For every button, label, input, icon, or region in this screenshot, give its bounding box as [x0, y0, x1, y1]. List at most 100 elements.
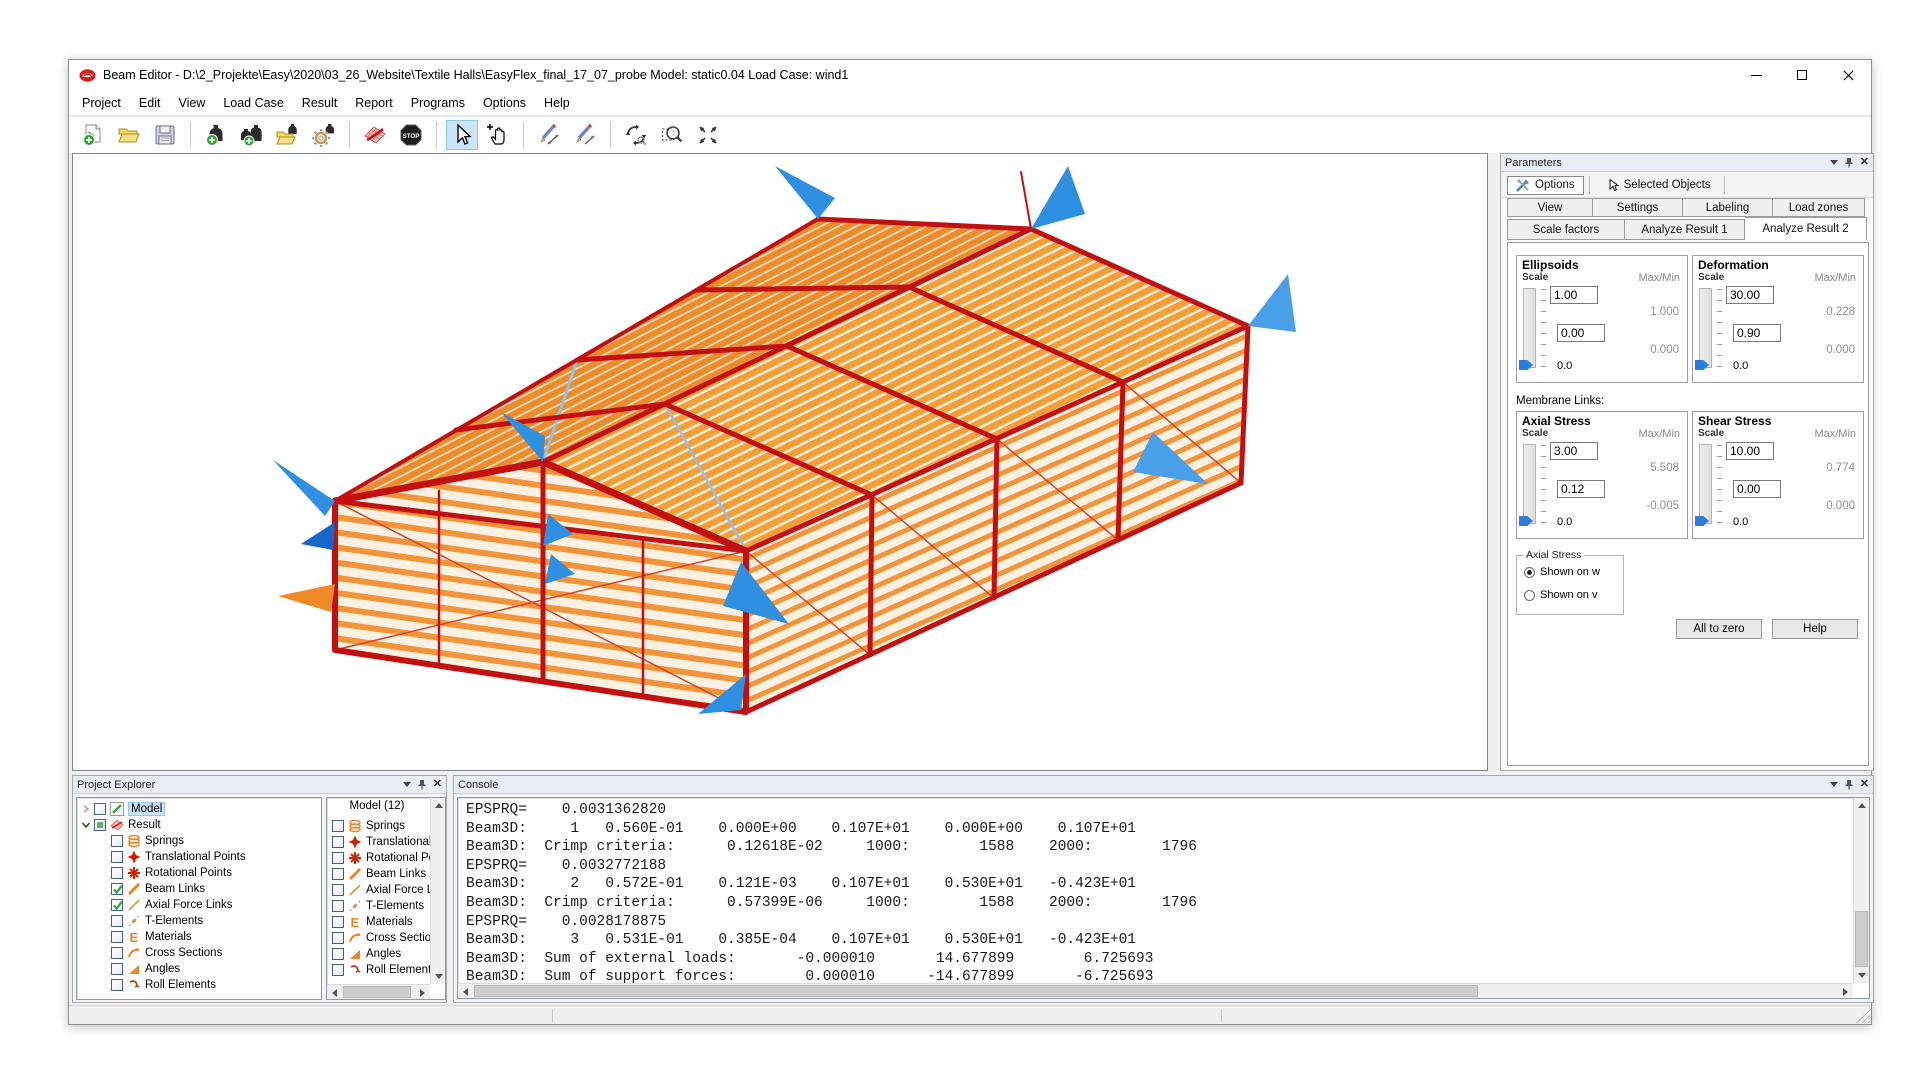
tree-item-axial-force-links[interactable]: Axial Force Links	[111, 897, 321, 913]
tab-view[interactable]: View	[1507, 198, 1593, 217]
menu-options[interactable]: Options	[474, 92, 535, 114]
radio-shown-on-v[interactable]: Shown on v	[1524, 589, 1597, 601]
all-to-zero-button[interactable]: All to zero	[1676, 619, 1762, 639]
close-button[interactable]	[1825, 60, 1871, 90]
checkbox-checked[interactable]	[111, 899, 123, 911]
tree-item-translational-points[interactable]: Translational Points	[111, 849, 321, 865]
compute-load-case-button[interactable]	[308, 120, 340, 150]
zoom-window-button[interactable]	[656, 120, 688, 150]
tree-item-roll-elements[interactable]: Roll Elements	[111, 977, 321, 993]
horizontal-scrollbar[interactable]	[458, 983, 1853, 998]
list-item-axial-force-links[interactable]: Axial Force Links	[332, 882, 446, 898]
tree-item-rotational-points[interactable]: Rotational Points	[111, 865, 321, 881]
draw-link-button[interactable]	[569, 120, 601, 150]
add-load-cases-button[interactable]	[236, 120, 268, 150]
new-project-button[interactable]	[77, 120, 109, 150]
select-tool-button[interactable]	[446, 120, 478, 150]
checkbox-partial[interactable]	[94, 819, 106, 831]
tree-item-result[interactable]: Result	[81, 817, 321, 833]
radio-shown-on-w[interactable]: Shown on w	[1524, 566, 1600, 578]
max-scale-input[interactable]	[1726, 286, 1774, 304]
checkbox-unchecked[interactable]	[111, 835, 123, 847]
stop-button[interactable]: STOP	[395, 120, 427, 150]
expand-expanded-icon[interactable]	[81, 820, 91, 830]
checkbox-unchecked[interactable]	[111, 851, 123, 863]
checkbox-unchecked[interactable]	[332, 948, 344, 960]
list-item-t-elements[interactable]: T-Elements	[332, 898, 446, 914]
selected-objects-toggle[interactable]: Selected Objects	[1601, 177, 1719, 194]
tab-analyze-result-2[interactable]: Analyze Result 2	[1745, 217, 1867, 240]
menu-result[interactable]: Result	[293, 92, 346, 114]
draw-beam-button[interactable]	[533, 120, 565, 150]
checkbox-unchecked[interactable]	[111, 867, 123, 879]
vertical-scrollbar[interactable]	[1853, 798, 1869, 983]
menu-help[interactable]: Help	[535, 92, 579, 114]
parameters-header[interactable]: Parameters ✕	[1501, 154, 1873, 172]
tree-item-beam-links[interactable]: Beam Links	[111, 881, 321, 897]
title-bar[interactable]: Beam Editor - D:\2_Projekte\Easy\2020\03…	[69, 60, 1871, 90]
list-item-rotational-points[interactable]: Rotational Points	[332, 850, 446, 866]
close-icon[interactable]: ✕	[1860, 779, 1869, 790]
tree-item-t-elements[interactable]: T-Elements	[111, 913, 321, 929]
close-icon[interactable]: ✕	[433, 779, 442, 790]
list-item-angles[interactable]: Angles	[332, 946, 446, 962]
tree-item-cross-sections[interactable]: Cross Sections	[111, 945, 321, 961]
tab-load-zones[interactable]: Load zones	[1773, 198, 1865, 217]
save-project-button[interactable]	[149, 120, 181, 150]
checkbox-unchecked[interactable]	[332, 884, 344, 896]
scroll-left-icon[interactable]	[458, 984, 473, 999]
expand-collapsed-icon[interactable]	[81, 804, 91, 814]
checkbox-unchecked[interactable]	[332, 900, 344, 912]
list-item-beam-links[interactable]: Beam Links	[332, 866, 446, 882]
scroll-down-icon[interactable]	[431, 969, 446, 984]
model-viewport[interactable]	[72, 153, 1488, 771]
pin-icon[interactable]	[1844, 779, 1854, 790]
max-scale-input[interactable]	[1550, 286, 1598, 304]
open-load-case-button[interactable]	[272, 120, 304, 150]
orbit-view-button[interactable]	[620, 120, 652, 150]
checkbox-unchecked[interactable]	[111, 947, 123, 959]
tree-item-model[interactable]: Model	[81, 801, 321, 817]
scroll-up-icon[interactable]	[431, 798, 446, 813]
maximize-button[interactable]	[1779, 60, 1825, 90]
list-item-springs[interactable]: Springs	[332, 818, 446, 834]
scale-slider[interactable]	[1523, 288, 1536, 368]
checkbox-unchecked[interactable]	[332, 916, 344, 928]
tree-item-springs[interactable]: Springs	[111, 833, 321, 849]
checkbox-checked[interactable]	[111, 883, 123, 895]
chevron-down-icon[interactable]	[1830, 782, 1838, 787]
tab-analyze-result-1[interactable]: Analyze Result 1	[1625, 219, 1745, 240]
menu-project[interactable]: Project	[73, 92, 130, 114]
chevron-down-icon[interactable]	[403, 782, 411, 787]
model-list[interactable]: Model (12) Springs Translational Points …	[326, 797, 446, 1000]
show-results-button[interactable]	[359, 120, 391, 150]
tab-scale-factors[interactable]: Scale factors	[1507, 219, 1625, 240]
menu-edit[interactable]: Edit	[130, 92, 170, 114]
min-scale-input[interactable]	[1557, 480, 1605, 498]
zoom-fit-button[interactable]	[692, 120, 724, 150]
add-load-case-button[interactable]	[200, 120, 232, 150]
max-scale-input[interactable]	[1550, 442, 1598, 460]
menu-load-case[interactable]: Load Case	[214, 92, 292, 114]
min-scale-input[interactable]	[1733, 324, 1781, 342]
checkbox-unchecked[interactable]	[332, 852, 344, 864]
scroll-down-icon[interactable]	[1854, 968, 1870, 983]
scale-slider[interactable]	[1523, 444, 1536, 524]
help-button[interactable]: Help	[1772, 619, 1858, 639]
tab-settings[interactable]: Settings	[1593, 198, 1683, 217]
scroll-left-icon[interactable]	[327, 985, 342, 1000]
options-toggle[interactable]: Options	[1507, 176, 1584, 195]
checkbox-unchecked[interactable]	[94, 803, 106, 815]
menu-programs[interactable]: Programs	[402, 92, 474, 114]
scrollbar-thumb[interactable]	[343, 986, 411, 998]
checkbox-unchecked[interactable]	[332, 932, 344, 944]
console-output[interactable]: EPSPRQ= 0.0031362820 Beam3D: 1 0.560E-01…	[457, 797, 1870, 999]
checkbox-unchecked[interactable]	[332, 836, 344, 848]
scale-slider[interactable]	[1699, 444, 1712, 524]
scroll-right-icon[interactable]	[415, 985, 430, 1000]
checkbox-unchecked[interactable]	[332, 964, 344, 976]
resize-grip-icon[interactable]	[1856, 1009, 1870, 1023]
console-header[interactable]: Console ✕	[454, 776, 1873, 794]
checkbox-unchecked[interactable]	[111, 979, 123, 991]
tree-item-angles[interactable]: Angles	[111, 961, 321, 977]
